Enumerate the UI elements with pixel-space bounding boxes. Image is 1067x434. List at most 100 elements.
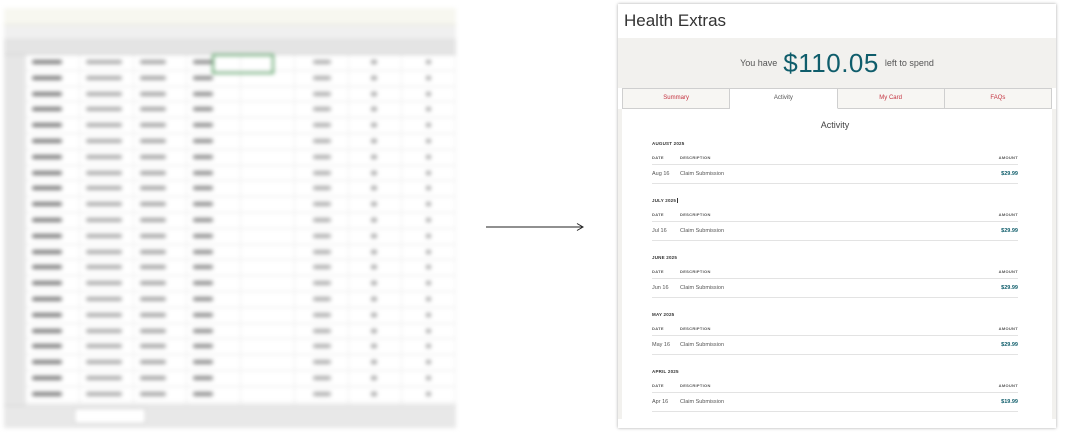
spreadsheet-cell[interactable] xyxy=(295,86,349,102)
spreadsheet-cell[interactable] xyxy=(134,291,188,307)
spreadsheet-cell[interactable] xyxy=(26,276,80,291)
spreadsheet-cell[interactable] xyxy=(349,228,403,244)
spreadsheet-cell[interactable] xyxy=(241,307,295,323)
spreadsheet-cell[interactable] xyxy=(402,70,456,86)
spreadsheet-cell[interactable] xyxy=(26,55,80,70)
spreadsheet-cell[interactable] xyxy=(134,307,188,323)
spreadsheet-cell[interactable] xyxy=(402,370,456,386)
spreadsheet-cell[interactable] xyxy=(80,276,134,291)
spreadsheet-cell[interactable] xyxy=(402,386,456,402)
spreadsheet-cell[interactable] xyxy=(349,323,403,339)
spreadsheet-cell[interactable] xyxy=(349,386,403,402)
spreadsheet-cell[interactable] xyxy=(187,291,241,307)
spreadsheet-cell[interactable] xyxy=(134,55,188,70)
spreadsheet-cell[interactable] xyxy=(26,102,80,118)
table-row[interactable]: Jun 16 Claim Submission $29.99 xyxy=(652,279,1018,298)
spreadsheet-cell[interactable] xyxy=(187,339,241,355)
spreadsheet-cell[interactable] xyxy=(187,197,241,212)
spreadsheet-cell[interactable] xyxy=(349,165,403,181)
spreadsheet-cell[interactable] xyxy=(295,181,349,197)
spreadsheet-cell[interactable] xyxy=(26,386,80,402)
spreadsheet-cell[interactable] xyxy=(134,228,188,244)
spreadsheet-cell[interactable] xyxy=(241,212,295,228)
spreadsheet-cell[interactable] xyxy=(187,244,241,260)
spreadsheet-cell[interactable] xyxy=(295,323,349,339)
spreadsheet-cell[interactable] xyxy=(26,323,80,339)
spreadsheet-cell[interactable] xyxy=(349,355,403,370)
spreadsheet-cell[interactable] xyxy=(241,244,295,260)
spreadsheet-cell[interactable] xyxy=(26,197,80,212)
spreadsheet-cell[interactable] xyxy=(402,244,456,260)
spreadsheet-cell[interactable] xyxy=(349,260,403,276)
spreadsheet-cell[interactable] xyxy=(80,212,134,228)
spreadsheet-cell[interactable] xyxy=(349,55,403,70)
spreadsheet-cell[interactable] xyxy=(187,228,241,244)
spreadsheet-cell[interactable] xyxy=(295,260,349,276)
spreadsheet-cell[interactable] xyxy=(295,307,349,323)
spreadsheet-cell[interactable] xyxy=(295,386,349,402)
spreadsheet-cell[interactable] xyxy=(80,323,134,339)
spreadsheet-cell[interactable] xyxy=(349,149,403,165)
spreadsheet-cell[interactable] xyxy=(241,323,295,339)
spreadsheet-cell[interactable] xyxy=(187,118,241,133)
spreadsheet-cell[interactable] xyxy=(349,197,403,212)
spreadsheet-cell[interactable] xyxy=(402,149,456,165)
spreadsheet-cell[interactable] xyxy=(26,291,80,307)
spreadsheet-cell[interactable] xyxy=(134,181,188,197)
spreadsheet-cell[interactable] xyxy=(402,212,456,228)
spreadsheet-cell[interactable] xyxy=(241,370,295,386)
spreadsheet-cell[interactable] xyxy=(349,370,403,386)
spreadsheet-cell[interactable] xyxy=(295,118,349,133)
spreadsheet-cell[interactable] xyxy=(402,355,456,370)
spreadsheet-cell[interactable] xyxy=(349,118,403,133)
spreadsheet-cell[interactable] xyxy=(80,181,134,197)
spreadsheet-cell[interactable] xyxy=(134,386,188,402)
spreadsheet-cell[interactable] xyxy=(26,355,80,370)
spreadsheet-cell[interactable] xyxy=(26,86,80,102)
spreadsheet-cell[interactable] xyxy=(134,149,188,165)
spreadsheet-cell[interactable] xyxy=(349,102,403,118)
spreadsheet-cell[interactable] xyxy=(26,118,80,133)
spreadsheet-cell[interactable] xyxy=(349,307,403,323)
spreadsheet-cell[interactable] xyxy=(349,86,403,102)
spreadsheet-cell[interactable] xyxy=(295,133,349,149)
spreadsheet-cell[interactable] xyxy=(187,133,241,149)
spreadsheet-cell[interactable] xyxy=(26,165,80,181)
spreadsheet-cell[interactable] xyxy=(295,149,349,165)
spreadsheet-cell[interactable] xyxy=(26,181,80,197)
spreadsheet-cell[interactable] xyxy=(349,339,403,355)
spreadsheet-cell[interactable] xyxy=(134,118,188,133)
spreadsheet-cell[interactable] xyxy=(349,276,403,291)
spreadsheet-cell[interactable] xyxy=(26,307,80,323)
spreadsheet-cell[interactable] xyxy=(349,212,403,228)
spreadsheet-cell[interactable] xyxy=(80,165,134,181)
sheet-tab[interactable] xyxy=(74,408,146,424)
spreadsheet-cell[interactable] xyxy=(187,323,241,339)
spreadsheet-cell[interactable] xyxy=(241,118,295,133)
spreadsheet-cell[interactable] xyxy=(402,307,456,323)
spreadsheet-cell[interactable] xyxy=(349,244,403,260)
spreadsheet-cell[interactable] xyxy=(134,212,188,228)
spreadsheet-cell[interactable] xyxy=(241,260,295,276)
spreadsheet-cell[interactable] xyxy=(295,165,349,181)
spreadsheet-cell[interactable] xyxy=(187,149,241,165)
spreadsheet-cell[interactable] xyxy=(134,260,188,276)
spreadsheet-cell[interactable] xyxy=(80,228,134,244)
spreadsheet-cell[interactable] xyxy=(295,370,349,386)
spreadsheet-cell[interactable] xyxy=(134,102,188,118)
spreadsheet-cell[interactable] xyxy=(402,181,456,197)
spreadsheet-cell[interactable] xyxy=(80,133,134,149)
spreadsheet-cell[interactable] xyxy=(134,197,188,212)
spreadsheet-cell[interactable] xyxy=(187,181,241,197)
spreadsheet-cell[interactable] xyxy=(241,355,295,370)
spreadsheet-cell[interactable] xyxy=(26,133,80,149)
spreadsheet-cell[interactable] xyxy=(295,244,349,260)
spreadsheet-cell[interactable] xyxy=(402,102,456,118)
spreadsheet-cell[interactable] xyxy=(80,339,134,355)
spreadsheet-cell[interactable] xyxy=(402,133,456,149)
spreadsheet-cell[interactable] xyxy=(187,165,241,181)
spreadsheet-cell[interactable] xyxy=(26,70,80,86)
spreadsheet-cell[interactable] xyxy=(134,133,188,149)
spreadsheet-cell[interactable] xyxy=(241,165,295,181)
spreadsheet-cell[interactable] xyxy=(295,212,349,228)
